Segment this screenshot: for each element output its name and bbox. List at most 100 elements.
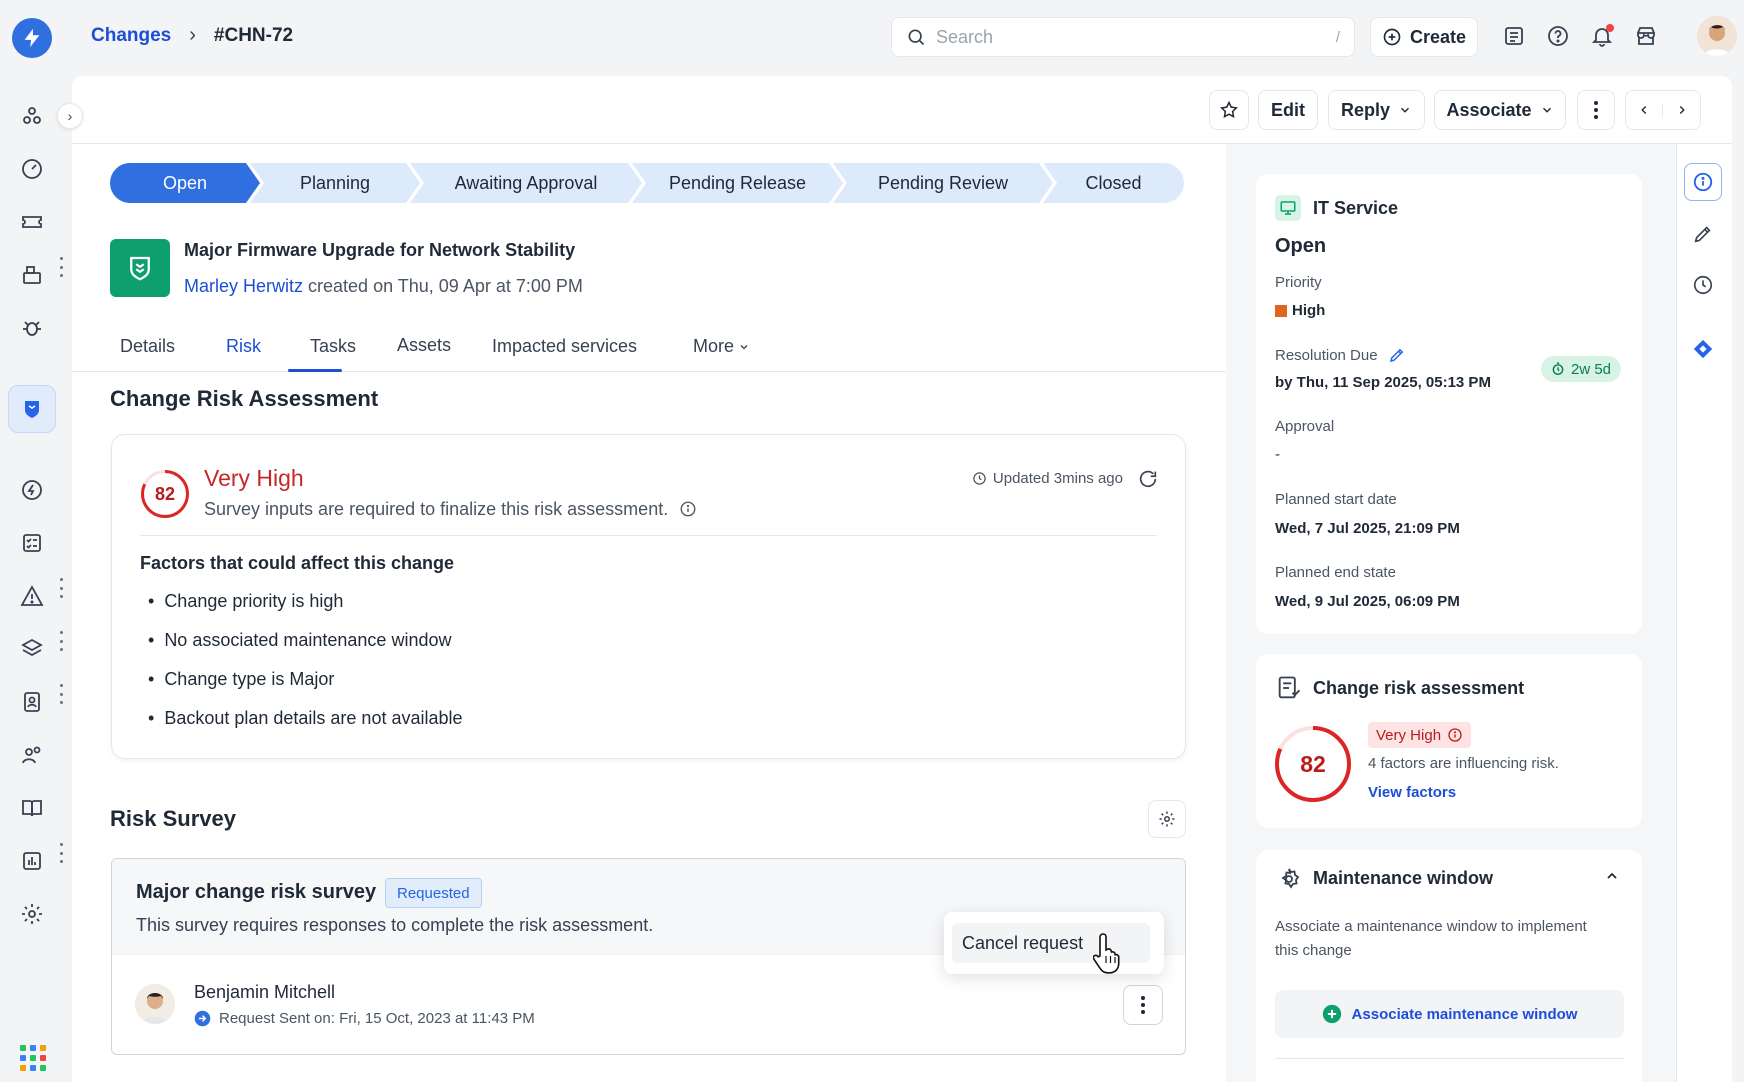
survey-row-kebab-icon[interactable]	[1123, 985, 1163, 1025]
nav-requests-icon[interactable]	[8, 251, 56, 299]
maintenance-description-line: Associate a maintenance window to implem…	[1275, 918, 1587, 935]
maintenance-description: Associate a maintenance window to implem…	[1275, 915, 1587, 963]
pencil-edit-icon[interactable]	[1684, 215, 1722, 253]
tab-tasks[interactable]: Tasks	[310, 336, 356, 357]
risk-description-text: Survey inputs are required to finalize t…	[204, 499, 669, 519]
timer-icon	[1552, 362, 1564, 375]
tab-risk[interactable]: Risk	[226, 336, 261, 357]
created-text: created on Thu, 09 Apr at 7:00 PM	[308, 276, 583, 296]
resolution-value: by Thu, 11 Sep 2025, 05:13 PM	[1275, 374, 1491, 391]
catalog-icon[interactable]	[1500, 20, 1528, 52]
nav-more-dots-icon[interactable]	[58, 257, 64, 277]
next-chevron-icon[interactable]	[1663, 103, 1700, 117]
breadcrumb-changes-link[interactable]: Changes	[91, 25, 171, 47]
nav-more-dots-icon[interactable]	[58, 631, 64, 651]
nav-reports-icon[interactable]	[8, 837, 56, 885]
updated-time: Updated 3mins ago	[972, 470, 1123, 487]
search-icon	[908, 29, 925, 46]
step-awaiting-approval[interactable]: Awaiting Approval	[410, 163, 642, 203]
author-link[interactable]: Marley Herwitz	[184, 276, 303, 296]
help-icon[interactable]	[1544, 20, 1572, 52]
time-remaining: 2w 5d	[1571, 360, 1612, 378]
maintenance-description-line: this change	[1275, 942, 1352, 959]
risk-survey-heading: Risk Survey	[110, 806, 236, 831]
more-options-kebab-icon[interactable]	[1577, 90, 1615, 130]
survey-settings-gear-icon[interactable]	[1148, 800, 1186, 838]
risk-level-badge-text: Very High	[1376, 726, 1442, 744]
jira-diamond-icon[interactable]	[1684, 330, 1722, 368]
nav-tasks-icon[interactable]	[8, 519, 56, 567]
nav-more-dots-icon[interactable]	[58, 684, 64, 704]
reply-button[interactable]: Reply	[1328, 90, 1425, 130]
nav-problems-bug-icon[interactable]	[8, 304, 56, 352]
chevron-up-icon[interactable]	[1604, 868, 1620, 889]
planned-start-value: Wed, 7 Jul 2025, 21:09 PM	[1275, 520, 1460, 537]
request-sent-text: Request Sent on: Fri, 15 Oct, 2023 at 11…	[219, 1010, 535, 1027]
survey-actions-menu: Cancel request	[944, 912, 1164, 974]
create-button[interactable]: Create	[1370, 17, 1478, 57]
history-clock-icon[interactable]	[1684, 266, 1722, 304]
search-shortcut: /	[1335, 28, 1340, 46]
risk-score-ring: 82	[140, 469, 190, 519]
planned-end-label: Planned end state	[1275, 564, 1396, 581]
request-sent-info: Request Sent on: Fri, 15 Oct, 2023 at 11…	[194, 1010, 535, 1027]
risk-level-badge: Very High	[1368, 722, 1472, 748]
tab-assets[interactable]: Assets	[397, 335, 451, 356]
associate-button[interactable]: Associate	[1434, 90, 1566, 130]
priority-value: High	[1292, 302, 1326, 319]
step-pending-review[interactable]: Pending Review	[833, 163, 1053, 203]
info-icon[interactable]	[1447, 727, 1463, 743]
nav-more-dots-icon[interactable]	[58, 843, 64, 863]
list-item: Change type is Major	[140, 669, 463, 708]
step-planning[interactable]: Planning	[250, 163, 420, 203]
priority-square-icon	[1275, 305, 1287, 317]
nav-dashboard-icon[interactable]	[8, 92, 56, 140]
previous-chevron-icon[interactable]	[1626, 103, 1663, 117]
associate-maintenance-window-button[interactable]: Associate maintenance window	[1275, 990, 1624, 1038]
app-logo[interactable]	[12, 18, 52, 58]
info-icon[interactable]	[679, 500, 697, 518]
change-risk-title: Change risk assessment	[1313, 678, 1525, 698]
bell-icon[interactable]	[1588, 20, 1616, 52]
apps-grid-icon[interactable]	[20, 1045, 46, 1071]
step-pending-release[interactable]: Pending Release	[632, 163, 843, 203]
step-closed[interactable]: Closed	[1043, 163, 1184, 203]
user-avatar[interactable]	[1697, 16, 1737, 56]
nav-alerts-icon[interactable]	[8, 572, 56, 620]
nav-knowledge-book-icon[interactable]	[8, 784, 56, 832]
tab-details[interactable]: Details	[120, 336, 175, 357]
view-factors-link[interactable]: View factors	[1368, 784, 1456, 801]
pencil-edit-icon[interactable]	[1388, 346, 1406, 369]
store-icon[interactable]	[1632, 20, 1660, 52]
respondent-name: Benjamin Mitchell	[194, 982, 336, 1002]
factor-list: Change priority is high No associated ma…	[140, 591, 463, 747]
nav-layers-icon[interactable]	[8, 625, 56, 673]
risk-level: Very High	[204, 465, 304, 491]
nav-releases-icon[interactable]	[8, 466, 56, 514]
nav-gauge-icon[interactable]	[8, 145, 56, 193]
status-value: Open	[1275, 235, 1327, 257]
tab-more[interactable]: More	[693, 336, 750, 357]
star-icon[interactable]	[1209, 90, 1249, 130]
nav-contracts-icon[interactable]	[8, 678, 56, 726]
edit-button[interactable]: Edit	[1258, 90, 1318, 130]
nav-tickets-icon[interactable]	[8, 198, 56, 246]
step-open[interactable]: Open	[110, 163, 260, 203]
nav-users-icon[interactable]	[8, 731, 56, 779]
risk-assessment-heading: Change Risk Assessment	[110, 386, 379, 411]
divider	[140, 535, 1157, 536]
refresh-icon[interactable]	[1137, 468, 1159, 495]
record-pager	[1625, 90, 1701, 130]
planned-start-label: Planned start date	[1275, 491, 1397, 508]
chevron-down-icon	[740, 344, 748, 349]
search-input[interactable]: Search /	[891, 17, 1355, 57]
maintenance-gear-icon	[1277, 867, 1301, 896]
risk-card-description: 4 factors are influencing risk.	[1368, 755, 1559, 772]
info-icon[interactable]	[1684, 163, 1722, 201]
tab-impacted-services[interactable]: Impacted services	[492, 336, 637, 357]
nav-changes-icon[interactable]	[8, 385, 56, 433]
nav-more-dots-icon[interactable]	[58, 578, 64, 598]
service-type: IT Service	[1313, 198, 1399, 218]
change-meta: Marley Herwitz created on Thu, 09 Apr at…	[184, 276, 583, 297]
nav-settings-gear-icon[interactable]	[8, 890, 56, 938]
